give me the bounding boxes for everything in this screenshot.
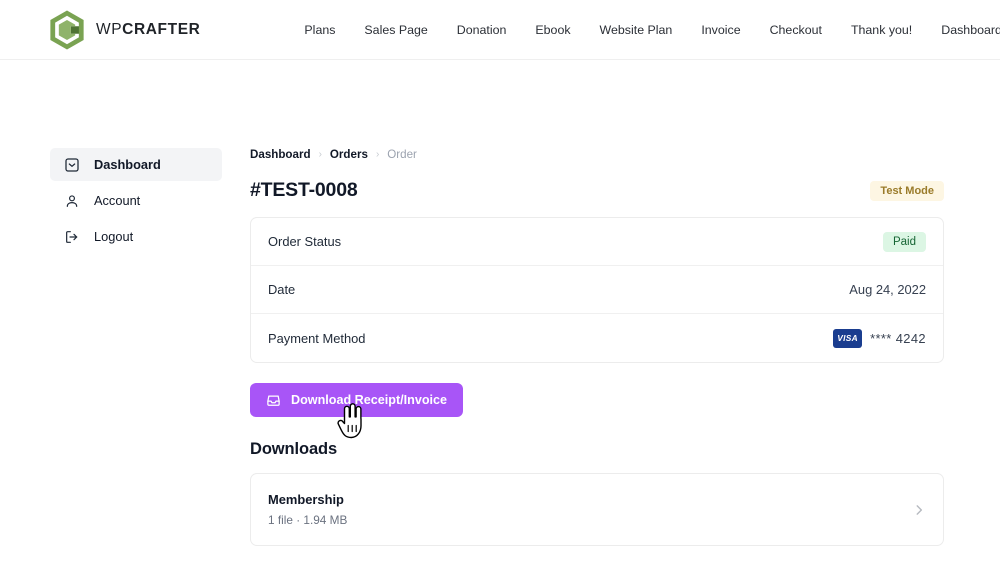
breadcrumb: Dashboard › Orders › Order <box>250 148 944 161</box>
nav-item-donation[interactable]: Donation <box>457 23 507 37</box>
nav-item-website-plan[interactable]: Website Plan <box>600 23 673 37</box>
nav-item-plans[interactable]: Plans <box>304 23 335 37</box>
nav-item-thank-you[interactable]: Thank you! <box>851 23 912 37</box>
site-header: WPCRAFTER Plans Sales Page Donation Eboo… <box>0 0 1000 60</box>
breadcrumb-separator-icon: › <box>318 149 322 160</box>
sidebar-item-dashboard-label: Dashboard <box>94 157 161 172</box>
nav-item-sales-page[interactable]: Sales Page <box>364 23 427 37</box>
nav-item-ebook[interactable]: Ebook <box>535 23 570 37</box>
download-item-membership[interactable]: Membership 1 file · 1.94 MB <box>250 473 944 546</box>
brand-text: WPCRAFTER <box>96 21 200 39</box>
sidebar-item-logout-label: Logout <box>94 229 134 244</box>
order-row-payment-method-label: Payment Method <box>268 330 366 346</box>
nav-item-invoice[interactable]: Invoice <box>701 23 740 37</box>
brand-logo[interactable]: WPCRAFTER <box>48 9 200 51</box>
sidebar-item-account-label: Account <box>94 193 141 208</box>
order-row-status: Order Status Paid <box>251 218 943 266</box>
download-receipt-button[interactable]: Download Receipt/Invoice <box>250 383 464 417</box>
order-row-date-value: Aug 24, 2022 <box>849 282 926 297</box>
nav-item-checkout[interactable]: Checkout <box>770 23 822 37</box>
page-title: #TEST-0008 <box>250 179 358 201</box>
main-content: Dashboard › Orders › Order #TEST-0008 Te… <box>250 148 944 546</box>
order-details-card: Order Status Paid Date Aug 24, 2022 Paym… <box>250 217 944 363</box>
nav-item-dashboard[interactable]: Dashboard <box>941 23 1000 37</box>
inbox-icon <box>65 157 79 172</box>
breadcrumb-separator-icon: › <box>375 149 380 160</box>
sidebar-item-dashboard[interactable]: Dashboard <box>50 148 222 181</box>
status-badge-test-mode: Test Mode <box>870 180 944 201</box>
page-body: Dashboard Account Logout Dashboard › Ord… <box>0 60 1000 546</box>
user-icon <box>66 194 78 207</box>
download-item-meta: 1 file · 1.94 MB <box>268 513 348 527</box>
brand-text-wp: WP <box>96 20 123 38</box>
card-last4: **** 4242 <box>870 330 926 346</box>
download-button-wrap: Download Receipt/Invoice <box>250 383 464 439</box>
order-title-row: #TEST-0008 Test Mode <box>250 179 944 202</box>
logout-icon <box>66 230 78 243</box>
wpcrafter-hexagon-logo-icon <box>50 10 84 49</box>
payment-method-value: VISA **** 4242 <box>833 328 926 348</box>
order-row-date: Date Aug 24, 2022 <box>251 266 943 314</box>
chevron-right-icon[interactable] <box>912 503 926 517</box>
status-badge-paid: Paid <box>882 231 926 252</box>
main-nav: Plans Sales Page Donation Ebook Website … <box>304 23 1000 37</box>
inbox-download-icon <box>267 395 280 406</box>
download-receipt-button-label: Download Receipt/Invoice <box>291 393 448 407</box>
order-row-status-label: Order Status <box>268 234 342 249</box>
download-item-name: Membership <box>268 492 344 507</box>
sidebar-item-account[interactable]: Account <box>50 184 222 217</box>
breadcrumb-item-order: Order <box>387 148 417 161</box>
brand-text-crafter: CRAFTER <box>122 20 201 38</box>
visa-card-icon: VISA <box>833 328 863 348</box>
order-row-payment-method: Payment Method VISA **** 4242 <box>251 314 943 362</box>
breadcrumb-item-orders[interactable]: Orders <box>330 148 368 161</box>
breadcrumb-item-dashboard[interactable]: Dashboard <box>250 148 311 161</box>
downloads-section-title: Downloads <box>250 440 338 458</box>
order-row-date-label: Date <box>268 282 296 297</box>
sidebar: Dashboard Account Logout <box>50 148 222 546</box>
download-item-text: Membership 1 file · 1.94 MB <box>268 492 347 527</box>
sidebar-item-logout[interactable]: Logout <box>50 220 222 253</box>
